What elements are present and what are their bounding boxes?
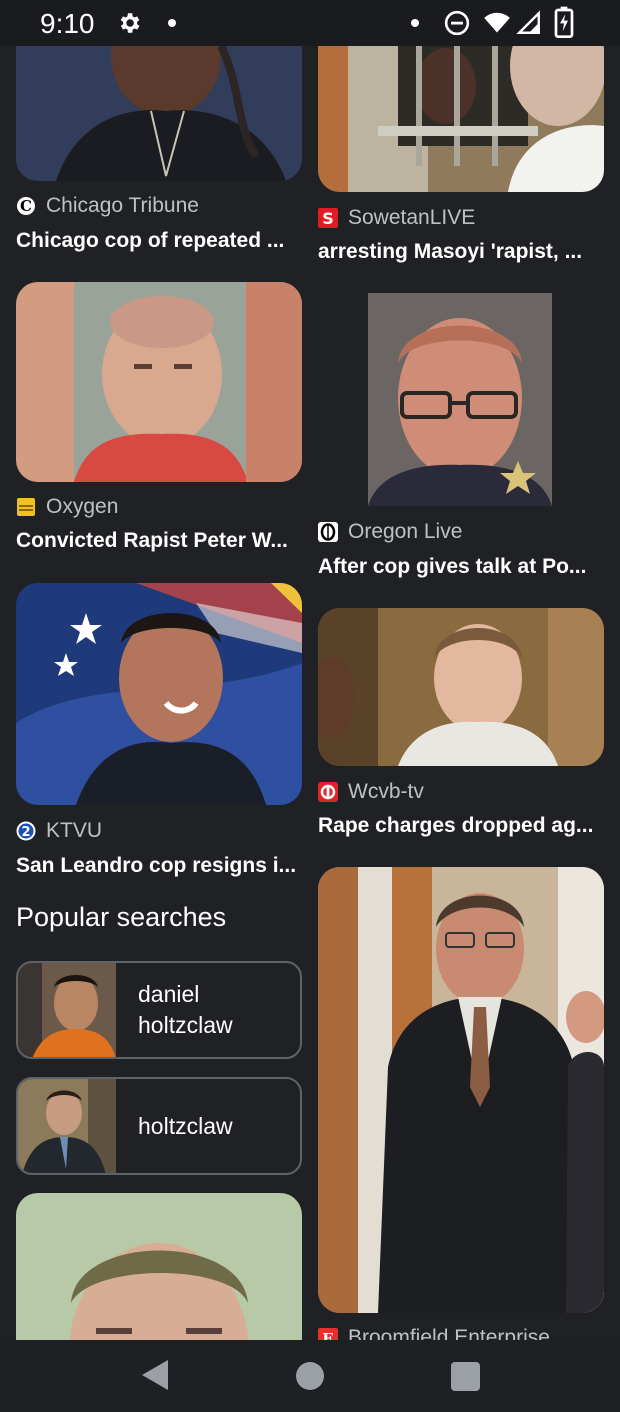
notification-dot-icon (168, 19, 176, 27)
result-card-broomfield-enterprise[interactable]: E Broomfield Enterprise (318, 867, 604, 1340)
dnd-icon (444, 10, 470, 36)
result-card-sowetanlive[interactable]: S SowetanLIVE arresting Masoyi 'rapist, … (318, 46, 604, 326)
result-thumbnail[interactable] (16, 46, 302, 181)
popular-search-chip[interactable]: holtzclaw (16, 1077, 302, 1175)
gear-icon (120, 13, 140, 33)
result-card-oregon-live[interactable]: Oregon Live After cop gives talk at Po..… (318, 293, 604, 593)
oxygen-logo-icon (17, 498, 35, 516)
result-thumbnail[interactable] (16, 583, 302, 805)
result-card-oxygen[interactable]: Oxygen Convicted Rapist Peter W... (16, 282, 302, 562)
result-source: Oregon Live (348, 520, 463, 543)
popular-search-label: holtzclaw (138, 1112, 233, 1139)
result-card-wcvb-tv[interactable]: Wcvb-tv Rape charges dropped ag... (318, 608, 604, 888)
result-title[interactable]: arresting Masoyi 'rapist, ... (318, 240, 582, 264)
svg-text:E: E (322, 1330, 333, 1340)
status-time: 9:10 (40, 8, 95, 39)
result-card-partial[interactable] (16, 1193, 302, 1340)
broomfield-logo-icon: E (318, 1328, 338, 1340)
wifi-icon (484, 12, 510, 33)
status-bar: 9:10 (0, 0, 620, 46)
result-source: Broomfield Enterprise (348, 1326, 550, 1340)
result-title[interactable]: After cop gives talk at Po... (318, 555, 586, 579)
system-navigation-bar (0, 1340, 620, 1412)
svg-text:C: C (20, 197, 32, 215)
result-source: SowetanLIVE (348, 206, 476, 229)
result-thumbnail[interactable] (318, 293, 604, 506)
ktvu-logo-icon: 2 (16, 821, 36, 841)
result-title[interactable]: Convicted Rapist Peter W... (16, 529, 288, 553)
home-icon[interactable] (296, 1362, 324, 1390)
recents-icon[interactable] (451, 1362, 480, 1391)
result-thumbnail[interactable] (16, 282, 302, 482)
result-thumbnail[interactable] (318, 867, 604, 1313)
result-title[interactable]: San Leandro cop resigns i... (16, 854, 296, 878)
back-icon[interactable] (140, 1358, 170, 1392)
result-title[interactable]: Rape charges dropped ag... (318, 814, 593, 838)
result-card-ktvu[interactable]: 2 KTVU San Leandro cop resigns i... (16, 583, 302, 883)
result-title[interactable]: Chicago cop of repeated ... (16, 229, 284, 253)
svg-text:2: 2 (21, 825, 30, 840)
wcvb-logo-icon (318, 782, 338, 802)
sowetan-logo-icon: S (318, 208, 338, 228)
result-source: Wcvb-tv (348, 780, 424, 803)
popular-search-chip[interactable]: daniel holtzclaw (16, 961, 302, 1059)
popular-search-thumbnail (18, 963, 116, 1057)
result-card-chicago-tribune[interactable]: C Chicago Tribune Chicago cop of repeate… (16, 46, 302, 306)
cell-signal-icon (516, 10, 540, 34)
oregon-live-logo-icon (318, 522, 338, 542)
result-thumbnail[interactable] (318, 608, 604, 766)
popular-searches-heading: Popular searches (16, 902, 227, 932)
popular-search-thumbnail (18, 1079, 116, 1173)
image-results-grid: C Chicago Tribune Chicago cop of repeate… (0, 46, 620, 1340)
result-source: KTVU (46, 819, 103, 842)
svg-text:S: S (322, 209, 334, 228)
popular-search-label: daniel holtzclaw (138, 981, 233, 1038)
chicago-tribune-logo-icon: C (17, 197, 35, 215)
result-source: Oxygen (46, 495, 119, 518)
result-thumbnail[interactable] (318, 46, 604, 192)
notification-dot-icon (411, 19, 419, 27)
battery-charging-icon (554, 6, 574, 38)
result-source: Chicago Tribune (46, 194, 199, 217)
result-thumbnail[interactable] (16, 1193, 302, 1340)
